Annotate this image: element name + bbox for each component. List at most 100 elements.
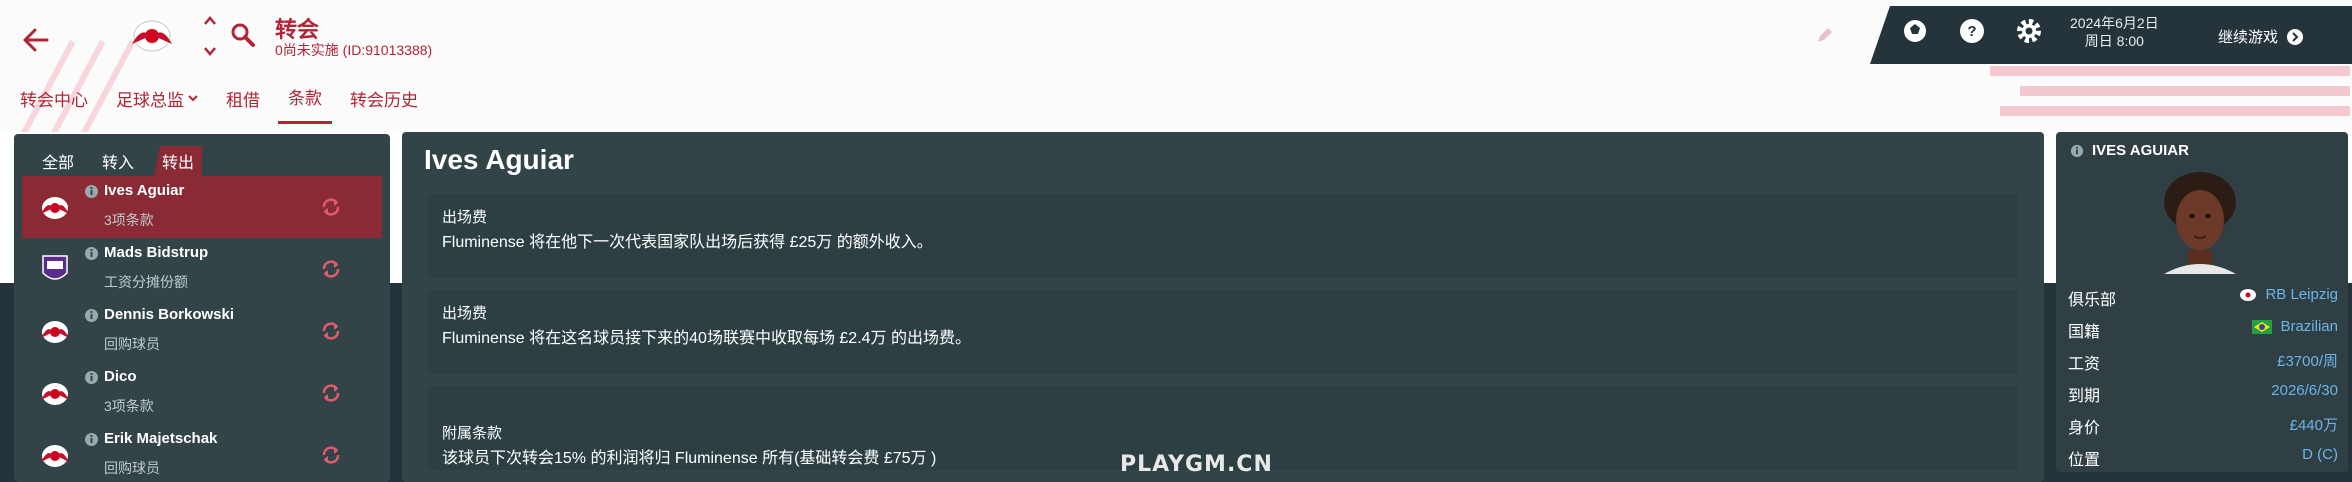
list-item[interactable]: Erik Majetschak 回购球员	[22, 424, 382, 482]
gear-icon[interactable]	[2014, 16, 2044, 46]
sub-navigation: 转会中心 足球总监 租借 条款 转会历史	[20, 84, 436, 124]
clause-text: 该球员下次转会15% 的利润将归 Fluminense 所有(基础转会费 £75…	[442, 450, 937, 467]
continue-button[interactable]: 继续游戏	[2218, 26, 2304, 47]
detail-row: 工资 £3700/周	[2068, 344, 2338, 376]
player-name: IVES AGUIAR	[2092, 142, 2189, 159]
clause-card: 出场费 Fluminense 将在他下一次代表国家队出场后获得 £25万 的额外…	[428, 194, 2018, 278]
detail-value: Brazilian	[2280, 318, 2338, 335]
date-text: 2024年6月2日	[2070, 15, 2159, 31]
info-icon[interactable]	[84, 432, 99, 447]
club-crest-icon	[41, 321, 69, 343]
club-link[interactable]: RB Leipzig	[2239, 286, 2338, 303]
tab-label: 转会历史	[350, 90, 418, 110]
clause-summary: 3项条款	[104, 398, 154, 414]
club-crest-icon	[41, 445, 69, 467]
player-info-panel: IVES AGUIAR 俱乐部 RB Leipzig 国籍 Brazilian …	[2056, 132, 2348, 472]
detail-value[interactable]: £3700/周	[2277, 350, 2338, 371]
club-crest-icon	[41, 383, 69, 405]
refresh-icon[interactable]	[320, 382, 342, 404]
detail-label: 位置	[2068, 452, 2101, 469]
detail-row: 国籍 Brazilian	[2068, 312, 2338, 344]
detail-label: 工资	[2068, 356, 2101, 373]
filter-tabs: 全部 转入 转出	[34, 146, 203, 176]
filter-incoming[interactable]: 转入	[94, 146, 142, 176]
detail-row: 俱乐部 RB Leipzig	[2068, 280, 2338, 312]
detail-label: 俱乐部	[2068, 292, 2117, 309]
decor-stripe	[1990, 66, 2350, 76]
back-arrow-icon	[23, 28, 49, 52]
chevron-right-icon	[2287, 28, 2304, 45]
player-name: Dennis Borkowski	[104, 306, 235, 323]
list-item[interactable]: Dennis Borkowski 回购球员	[22, 300, 382, 362]
clause-text: Fluminense 将在他下一次代表国家队出场后获得 £25万 的额外收入。	[442, 234, 933, 251]
refresh-icon[interactable]	[320, 320, 342, 342]
detail-value[interactable]: D (C)	[2302, 446, 2338, 463]
refresh-icon[interactable]	[320, 258, 342, 280]
player-stepper[interactable]	[200, 16, 220, 56]
pencil-icon[interactable]	[1814, 26, 1834, 46]
search-icon	[231, 23, 255, 47]
tab-clauses[interactable]: 条款	[278, 84, 332, 124]
football-icon[interactable]	[1900, 16, 1930, 46]
player-portrait	[2164, 172, 2236, 274]
detail-value[interactable]: 2026/6/30	[2271, 382, 2338, 399]
info-icon[interactable]	[84, 246, 99, 261]
nationality-link[interactable]: Brazilian	[2252, 318, 2338, 335]
decor-stripe	[2000, 106, 2350, 116]
refresh-icon[interactable]	[320, 196, 342, 218]
detail-label: 国籍	[2068, 324, 2101, 341]
info-icon[interactable]	[84, 184, 99, 199]
tab-director-of-football[interactable]: 足球总监	[106, 84, 208, 124]
player-list-panel: 全部 转入 转出 Ives Aguiar 3项条款 Mads Bidstrup …	[14, 134, 390, 482]
detail-value[interactable]: £440万	[2290, 414, 2338, 435]
list-item[interactable]: Ives Aguiar 3项条款	[22, 176, 382, 238]
top-header: 转会 0尚未实施 (ID:91013388) 转会中心 足球总监 租借 条款 转…	[0, 0, 2352, 132]
detail-value: RB Leipzig	[2265, 286, 2338, 303]
tab-loans[interactable]: 租借	[216, 84, 270, 124]
time-text: 周日 8:00	[2084, 33, 2144, 49]
search-button[interactable]	[230, 22, 260, 52]
clause-type: 出场费	[442, 209, 488, 226]
flag-brazil-icon	[2252, 319, 2273, 334]
detail-label: 身价	[2068, 420, 2101, 437]
player-header: IVES AGUIAR	[2070, 142, 2189, 159]
detail-row: 到期 2026/6/30	[2068, 376, 2338, 408]
club-crest-icon	[41, 197, 69, 219]
filter-all[interactable]: 全部	[34, 146, 82, 176]
filter-outgoing[interactable]: 转出	[154, 146, 203, 176]
player-list: Ives Aguiar 3项条款 Mads Bidstrup 工资分摊份额 De…	[22, 176, 382, 482]
tab-label: 条款	[288, 89, 322, 108]
tab-transfer-history[interactable]: 转会历史	[340, 84, 428, 124]
refresh-icon[interactable]	[320, 444, 342, 466]
player-title: Ives Aguiar	[424, 144, 574, 175]
clause-summary: 3项条款	[104, 212, 154, 228]
clause-summary: 工资分摊份额	[104, 274, 188, 290]
tab-label: 足球总监	[116, 90, 184, 110]
player-name: Erik Majetschak	[104, 430, 218, 447]
back-button[interactable]	[16, 20, 56, 60]
info-icon[interactable]	[84, 308, 99, 323]
list-item[interactable]: Mads Bidstrup 工资分摊份额	[22, 238, 382, 300]
player-name: Mads Bidstrup	[104, 244, 209, 261]
clause-text: Fluminense 将在这名球员接下来的40场联赛中收取每场 £2.4万 的出…	[442, 330, 971, 347]
detail-row: 身价 £440万	[2068, 408, 2338, 440]
list-item[interactable]: Dico 3项条款	[22, 362, 382, 424]
info-icon[interactable]	[84, 370, 99, 385]
tab-transfer-centre[interactable]: 转会中心	[20, 84, 98, 124]
clause-card: 出场费 Fluminense 将在这名球员接下来的40场联赛中收取每场 £2.4…	[428, 290, 2018, 374]
player-name: Ives Aguiar	[104, 182, 185, 199]
clause-type: 出场费	[442, 305, 488, 322]
info-icon[interactable]	[2070, 144, 2084, 158]
chevron-down-icon[interactable]	[203, 46, 217, 56]
clause-summary: 回购球员	[104, 336, 160, 352]
tab-label: 租借	[226, 90, 260, 110]
chevron-down-icon	[188, 95, 198, 102]
club-crest-icon	[124, 14, 180, 58]
player-details: 俱乐部 RB Leipzig 国籍 Brazilian 工资 £3700/周 到…	[2068, 280, 2338, 472]
watermark: PLAYGM.CN	[1120, 452, 1273, 477]
help-icon[interactable]: ?	[1957, 16, 1987, 46]
clause-detail-panel: Ives Aguiar 出场费 Fluminense 将在他下一次代表国家队出场…	[402, 132, 2044, 482]
club-crest-icon	[2240, 288, 2257, 301]
chevron-up-icon[interactable]	[203, 16, 217, 26]
svg-text:?: ?	[1967, 23, 1976, 40]
